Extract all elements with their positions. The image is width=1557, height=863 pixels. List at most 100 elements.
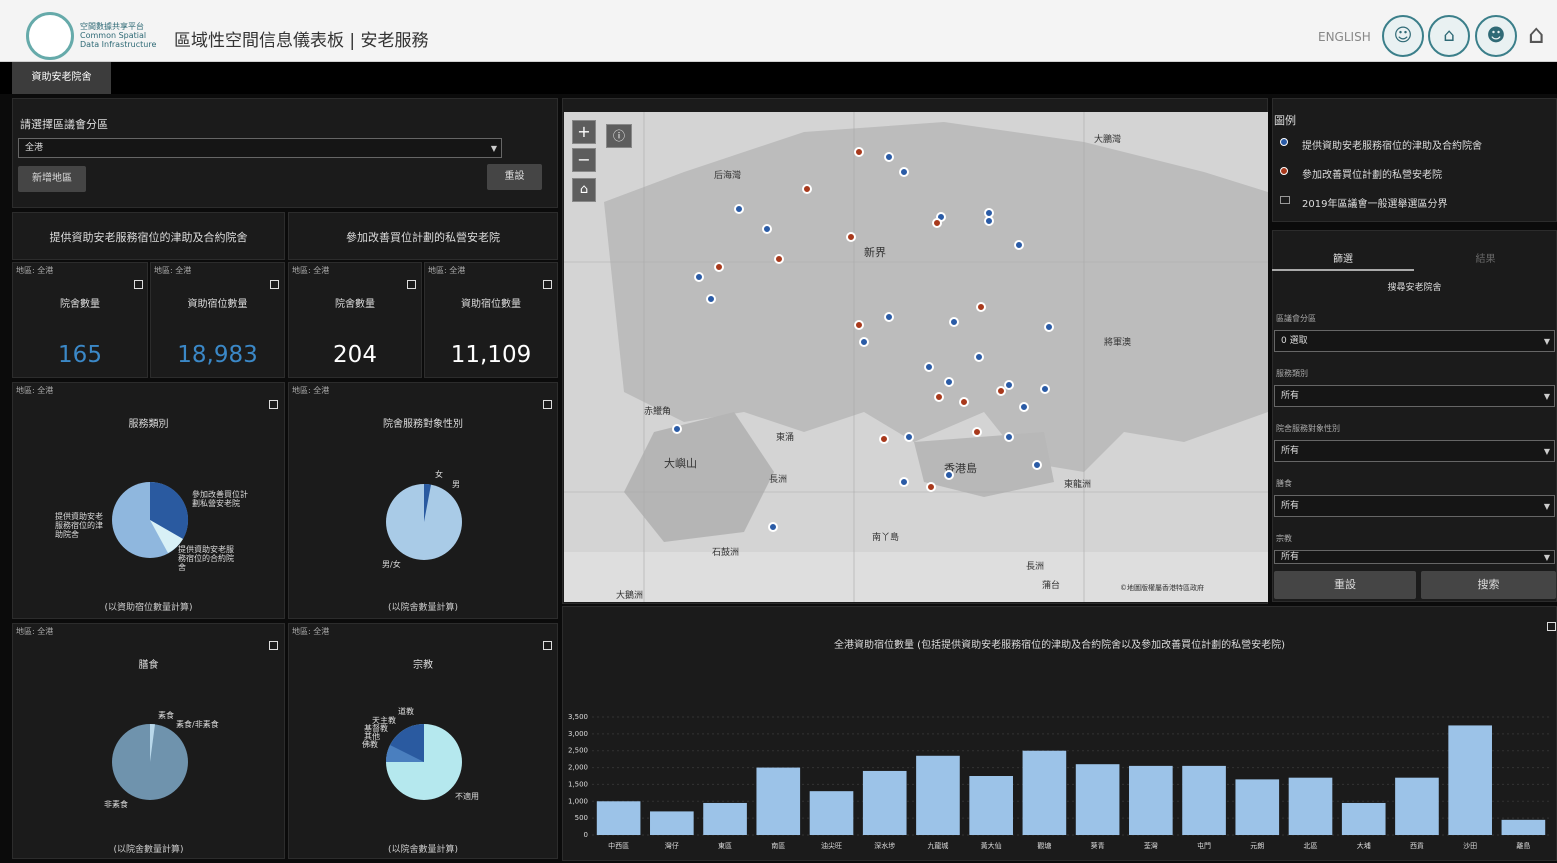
face-icon[interactable]: ☻ <box>1475 15 1517 57</box>
home-marker-subsidised[interactable] <box>1019 402 1029 412</box>
home-marker-subsidised[interactable] <box>1004 432 1014 442</box>
add-district-button[interactable]: 新增地區 <box>18 166 86 192</box>
map-canvas[interactable]: 后海灣 新界 赤鱲角 大嶼山 東涌 香港島 長洲 南丫島 石鼓洲 東龍洲 大鵬灣… <box>564 112 1268 602</box>
language-toggle[interactable]: ENGLISH <box>1318 30 1371 44</box>
bar[interactable] <box>969 776 1013 835</box>
home-marker-private[interactable] <box>976 302 986 312</box>
home-marker-private[interactable] <box>932 218 942 228</box>
tab-bar <box>0 62 1557 94</box>
home-marker-private[interactable] <box>802 184 812 194</box>
service-type-select[interactable]: 所有 ▼ <box>1274 385 1555 407</box>
expand-icon[interactable] <box>543 400 552 409</box>
home-marker-subsidised[interactable] <box>859 337 869 347</box>
home-marker-private[interactable] <box>996 386 1006 396</box>
meal-select[interactable]: 所有 ▼ <box>1274 495 1555 517</box>
home-marker-subsidised[interactable] <box>1044 322 1054 332</box>
home-marker-subsidised[interactable] <box>944 470 954 480</box>
pie-label: 參加改善買位計劃私營安老院 <box>192 490 248 508</box>
bar[interactable] <box>1395 777 1439 835</box>
home-marker-subsidised[interactable] <box>694 272 704 282</box>
home-marker-private[interactable] <box>972 427 982 437</box>
district-select[interactable]: 全港 ▼ <box>18 138 502 158</box>
elderly-care-icon[interactable]: ☺ <box>1382 15 1424 57</box>
home-marker-private[interactable] <box>774 254 784 264</box>
chart-footnote: (以院舍數量計算) <box>113 845 184 855</box>
x-tick-label: 離島 <box>1516 841 1530 850</box>
home-marker-private[interactable] <box>714 262 724 272</box>
reset-district-button[interactable]: 重設 <box>487 164 542 190</box>
stat-label: 院舍數量 <box>335 299 375 310</box>
select-value: 0 選取 <box>1281 336 1308 346</box>
home-marker-private[interactable] <box>846 232 856 242</box>
x-tick-label: 中西區 <box>608 841 629 850</box>
bar[interactable] <box>1288 777 1333 835</box>
home-marker-subsidised[interactable] <box>706 294 716 304</box>
home-marker-subsidised[interactable] <box>924 362 934 372</box>
home-marker-subsidised[interactable] <box>944 377 954 387</box>
bar[interactable] <box>1182 765 1226 835</box>
bar[interactable] <box>1501 819 1546 835</box>
expand-icon[interactable] <box>1547 622 1556 631</box>
logo-line: Data Infrastructure <box>80 40 157 49</box>
bar[interactable] <box>862 770 907 835</box>
home-marker-subsidised[interactable] <box>1040 384 1050 394</box>
home-marker-subsidised[interactable] <box>899 477 909 487</box>
home-marker-private[interactable] <box>926 482 936 492</box>
home-marker-subsidised[interactable] <box>884 312 894 322</box>
bar[interactable] <box>756 767 801 835</box>
expand-icon[interactable] <box>407 280 416 289</box>
bar[interactable] <box>1448 725 1492 835</box>
home-marker-private[interactable] <box>934 392 944 402</box>
home-marker-subsidised[interactable] <box>762 224 772 234</box>
field-label: 院舍服務對象性別 <box>1276 424 1340 433</box>
home-marker-subsidised[interactable] <box>768 522 778 532</box>
home-marker-subsidised[interactable] <box>884 152 894 162</box>
search-reset-button[interactable]: 重設 <box>1274 571 1416 599</box>
home-marker-private[interactable] <box>959 397 969 407</box>
bar[interactable] <box>1341 802 1386 835</box>
search-submit-button[interactable]: 搜索 <box>1421 571 1556 599</box>
home-marker-subsidised[interactable] <box>974 352 984 362</box>
chart-footnote: (以院舍數量計算) <box>387 845 459 855</box>
home-marker-subsidised[interactable] <box>899 167 909 177</box>
district-council-select[interactable]: 0 選取 ▼ <box>1274 330 1555 352</box>
home-marker-private[interactable] <box>854 147 864 157</box>
expand-icon[interactable] <box>543 641 552 650</box>
expand-icon[interactable] <box>269 641 278 650</box>
expand-icon[interactable] <box>269 400 278 409</box>
building-icon[interactable]: ⌂ <box>1428 15 1470 57</box>
home-marker-subsidised[interactable] <box>1032 460 1042 470</box>
tab-filter[interactable]: 篩選 <box>1272 250 1414 271</box>
home-marker-subsidised[interactable] <box>949 317 959 327</box>
bar[interactable] <box>916 755 960 835</box>
expand-icon[interactable] <box>543 280 552 289</box>
expand-icon[interactable] <box>134 280 143 289</box>
bar[interactable] <box>809 791 854 835</box>
bar[interactable] <box>1075 764 1120 835</box>
tab-result[interactable]: 結果 <box>1414 250 1557 269</box>
home-marker-subsidised[interactable] <box>984 216 994 226</box>
home-marker-subsidised[interactable] <box>1014 240 1024 250</box>
home-marker-subsidised[interactable] <box>734 204 744 214</box>
bar[interactable] <box>1022 750 1067 835</box>
chevron-down-icon: ▼ <box>1543 553 1550 562</box>
home-marker-subsidised[interactable] <box>672 424 682 434</box>
bar[interactable] <box>650 811 694 835</box>
home-extent-icon[interactable]: ⌂ <box>572 178 596 202</box>
home-icon[interactable]: ⌂ <box>1528 20 1545 50</box>
zoom-in-button[interactable]: + <box>572 120 596 144</box>
expand-icon[interactable] <box>270 280 279 289</box>
bar[interactable] <box>703 802 747 835</box>
bar[interactable] <box>1235 779 1280 835</box>
gender-select[interactable]: 所有 ▼ <box>1274 440 1555 462</box>
bar[interactable] <box>1129 765 1173 835</box>
zoom-out-button[interactable]: − <box>572 148 596 172</box>
bar[interactable] <box>596 801 641 835</box>
religion-select[interactable]: 所有 ▼ <box>1274 550 1555 564</box>
home-marker-subsidised[interactable] <box>904 432 914 442</box>
area-label: 地區: 全港 <box>16 266 54 275</box>
home-marker-private[interactable] <box>879 434 889 444</box>
tab-subsidised-homes[interactable]: 資助安老院舍 <box>12 62 111 94</box>
info-icon[interactable]: ⓘ <box>606 124 632 148</box>
home-marker-private[interactable] <box>854 320 864 330</box>
